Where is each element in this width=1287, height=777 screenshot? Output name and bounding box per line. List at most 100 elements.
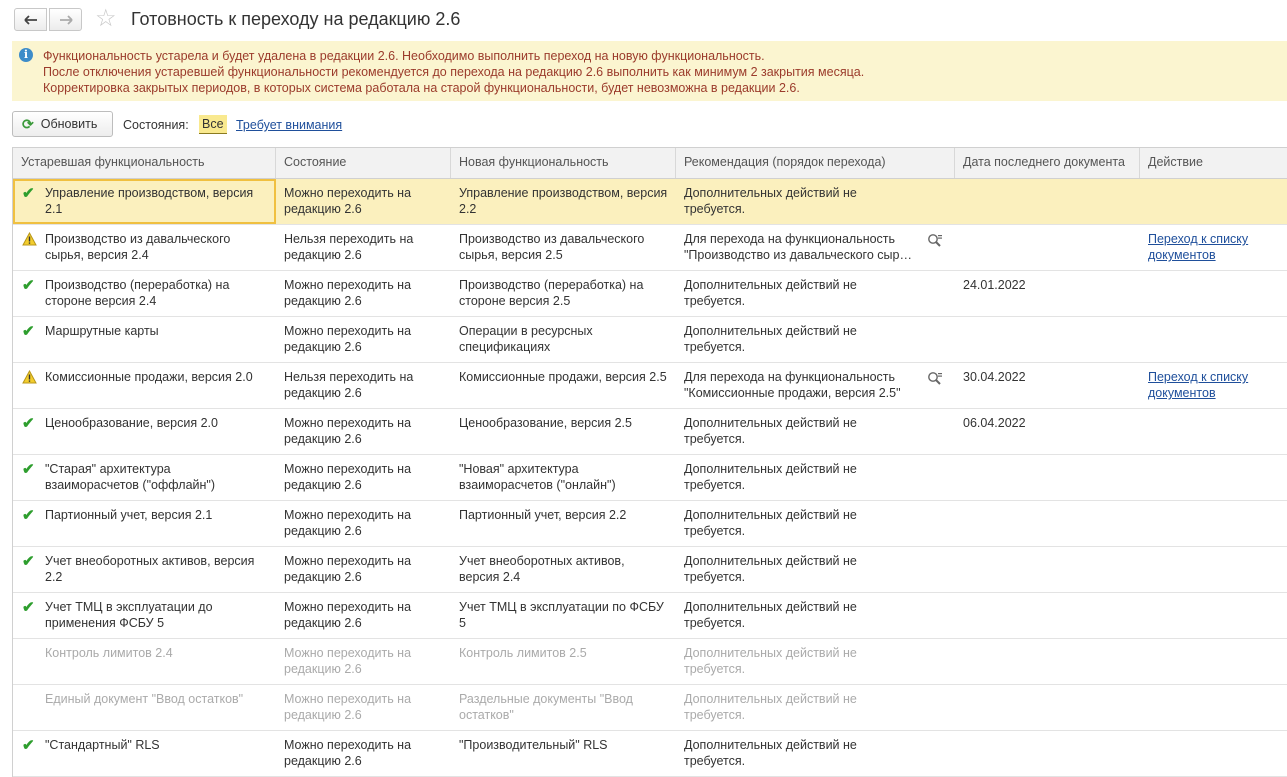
state-cell: Можно переходить на редакцию 2.6 [276,685,451,730]
recommendation-line-2: требуется. [684,570,746,584]
old-functionality: Партионный учет, версия 2.1 [45,508,213,522]
title-bar: ☆ Готовность к переходу на редакцию 2.6 [0,0,1287,40]
table-row[interactable]: ✔ "Стандартный" RLS Можно переходить на ре… [13,731,1287,777]
table-row[interactable]: Единый документ "Ввод остатков" Можно пер… [13,685,1287,731]
last-document-date-cell [955,685,1140,730]
recommendation-detail-cell [921,409,955,454]
old-functionality-cell: ✔ Ценообразование, версия 2.0 [13,409,276,454]
favorite-star-icon[interactable]: ☆ [95,5,117,33]
last-document-date-cell [955,501,1140,546]
recommendation-detail-cell [921,547,955,592]
recommendation-cell: Дополнительных действий не требуется. [676,409,921,454]
action-cell [1140,501,1287,546]
new-functionality: Учет ТМЦ в эксплуатации по ФСБУ 5 [459,600,664,630]
old-functionality: "Стандартный" RLS [45,738,160,752]
table-row[interactable]: ✔ Партионный учет, версия 2.1 Можно перехо… [13,501,1287,547]
recommendation-line-2: требуется. [684,340,746,354]
state-cell: Можно переходить на редакцию 2.6 [276,593,451,638]
table-row[interactable]: ✔ Учет внеоборотных активов, версия 2.2 Мо… [13,547,1287,593]
new-functionality: Раздельные документы "Ввод остатков" [459,692,633,722]
new-functionality-cell: Учет внеоборотных активов, версия 2.4 [451,547,676,592]
recommendation-cell: Дополнительных действий не требуется. [676,317,921,362]
recommendation-line-1: Дополнительных действий не [684,278,857,292]
new-functionality-cell: Управление производством, версия 2.2 [451,179,676,224]
table-header: Устаревшая функциональность Состояние Но… [13,148,1287,179]
new-functionality: Комиссионные продажи, версия 2.5 [459,370,667,384]
info-line-2: После отключения устаревшей функциональн… [43,65,865,79]
last-document-date-cell [955,547,1140,592]
old-functionality: Учет ТМЦ в эксплуатации до применения ФС… [45,600,213,630]
old-functionality-cell: ✔ "Старая" архитектура взаиморасчетов ("о… [13,455,276,500]
old-functionality-cell: ✔ "Стандартный" RLS [13,731,276,776]
action-cell [1140,731,1287,776]
last-document-date-cell: 30.04.2022 [955,363,1140,408]
action-cell [1140,271,1287,316]
go-to-documents-link[interactable]: Переход к списку документов [1148,370,1248,400]
new-functionality: Производство (переработка) на стороне ве… [459,278,644,308]
state-cell: Можно переходить на редакцию 2.6 [276,271,451,316]
new-functionality: Контроль лимитов 2.5 [459,646,587,660]
old-functionality-cell: ✔ Производство (переработка) на стороне в… [13,271,276,316]
table-row[interactable]: ✔ Маршрутные карты Можно переходить на ред… [13,317,1287,363]
old-functionality: Управление производством, версия 2.1 [45,186,254,216]
state: Можно переходить на редакцию 2.6 [284,646,412,676]
table-row[interactable]: Контроль лимитов 2.4 Можно переходить на … [13,639,1287,685]
filter-attention[interactable]: Требует внимания [236,118,342,132]
last-document-date: 06.04.2022 [963,416,1026,430]
recommendation-line-1: Дополнительных действий не [684,186,857,200]
recommendation-line-2: требуется. [684,708,746,722]
details-magnifier-icon[interactable] [927,233,943,251]
recommendation-cell: Дополнительных действий не требуется. [676,547,921,592]
new-functionality: Учет внеоборотных активов, версия 2.4 [459,554,625,584]
table-row[interactable]: ✔ Производство (переработка) на стороне в… [13,271,1287,317]
recommendation-line-1: Дополнительных действий не [684,416,857,430]
state-cell: Можно переходить на редакцию 2.6 [276,317,451,362]
new-functionality: Производство из давальческого сырья, вер… [459,232,645,262]
column-header[interactable]: Устаревшая функциональность [13,148,276,178]
table-row[interactable]: Комиссионные продажи, версия 2.0 Нельзя п… [13,363,1287,409]
state: Можно переходить на редакцию 2.6 [284,554,412,584]
filter-all[interactable]: Все [199,115,227,134]
last-document-date-cell [955,455,1140,500]
column-header[interactable]: Действие [1140,148,1287,178]
table-row[interactable]: ✔ "Старая" архитектура взаиморасчетов ("о… [13,455,1287,501]
last-document-date-cell [955,639,1140,684]
state: Можно переходить на редакцию 2.6 [284,600,412,630]
details-magnifier-icon[interactable] [927,371,943,389]
recommendation-detail-cell [921,225,955,270]
table-row[interactable]: ✔ Управление производством, версия 2.1 Мож… [13,179,1287,225]
refresh-button[interactable]: ⟳ Обновить [12,111,113,137]
recommendation-line-2: требуется. [684,432,746,446]
recommendation-line-2: требуется. [684,294,746,308]
table-row[interactable]: Производство из давальческого сырья, вер… [13,225,1287,271]
old-functionality: Контроль лимитов 2.4 [45,646,173,660]
old-functionality-cell: ✔ Учет ТМЦ в эксплуатации до применения Ф… [13,593,276,638]
check-icon: ✔ [22,323,35,340]
forward-button[interactable] [49,8,82,31]
last-document-date-cell: 24.01.2022 [955,271,1140,316]
column-header[interactable]: Рекомендация (порядок перехода) [676,148,955,178]
old-functionality-cell: Единый документ "Ввод остатков" [13,685,276,730]
old-functionality-cell: Производство из давальческого сырья, вер… [13,225,276,270]
table-row[interactable]: ✔ Ценообразование, версия 2.0 Можно перехо… [13,409,1287,455]
recommendation-cell: Дополнительных действий не требуется. [676,685,921,730]
table-body: ✔ Управление производством, версия 2.1 Мож… [13,179,1287,777]
last-document-date: 30.04.2022 [963,370,1026,384]
action-cell [1140,685,1287,730]
table-row[interactable]: ✔ Учет ТМЦ в эксплуатации до применения Ф… [13,593,1287,639]
column-header[interactable]: Дата последнего документа [955,148,1140,178]
column-header[interactable]: Новая функциональность [451,148,676,178]
state-cell: Можно переходить на редакцию 2.6 [276,179,451,224]
state-cell: Можно переходить на редакцию 2.6 [276,547,451,592]
column-header[interactable]: Состояние [276,148,451,178]
state-cell: Можно переходить на редакцию 2.6 [276,731,451,776]
go-to-documents-link[interactable]: Переход к списку документов [1148,232,1248,262]
action-cell [1140,409,1287,454]
recommendation-detail-cell [921,271,955,316]
last-document-date-cell [955,179,1140,224]
action-cell: Переход к списку документов [1140,225,1287,270]
new-functionality: Управление производством, версия 2.2 [459,186,668,216]
check-icon: ✔ [22,461,35,478]
back-button[interactable] [14,8,47,31]
last-document-date: 24.01.2022 [963,278,1026,292]
